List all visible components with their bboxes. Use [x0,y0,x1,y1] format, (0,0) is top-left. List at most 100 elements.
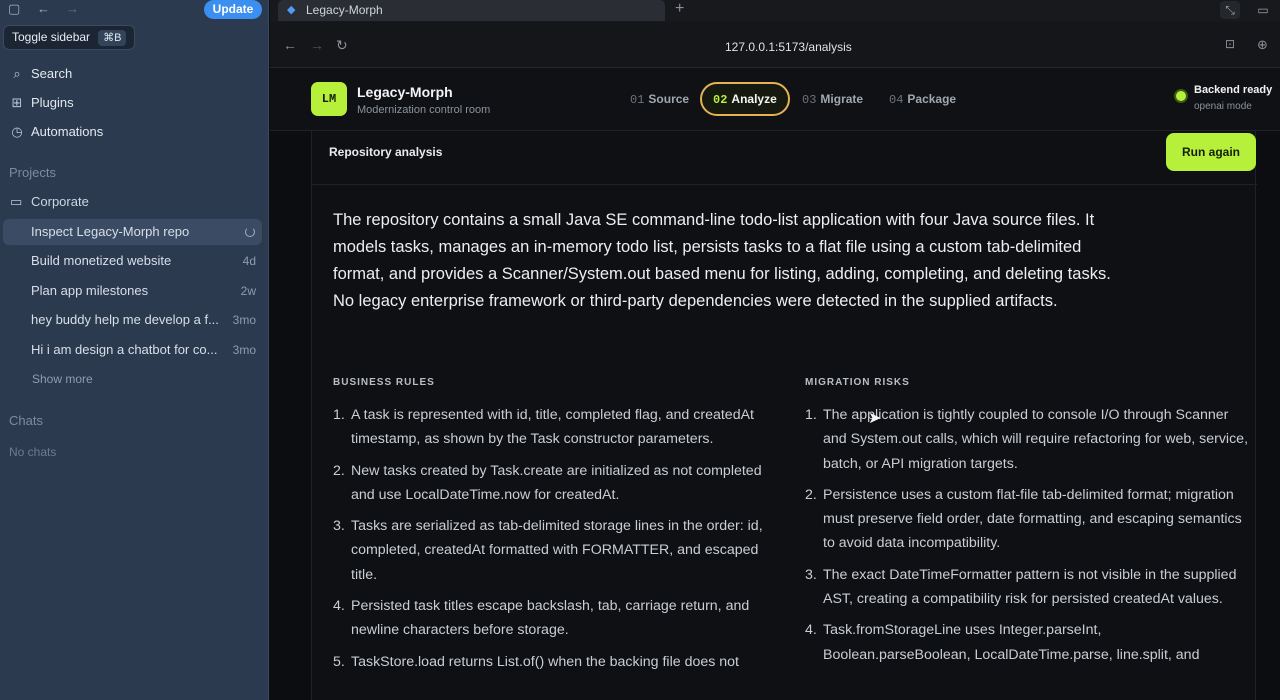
nav-automations[interactable]: ◷ Automations [10,121,103,143]
browser-tab[interactable]: ◆ Legacy-Morph [278,0,665,21]
rule-text: New tasks created by Task.create are ini… [351,462,762,503]
thread-age: 4d [242,254,256,268]
thread-title: Plan app milestones [31,283,149,298]
show-more-link[interactable]: Show more [32,372,93,386]
step-label: Source [648,92,690,106]
no-chats-text: No chats [9,445,57,459]
step-label: Analyze [731,92,777,106]
app-title: Legacy-Morph [357,84,453,100]
rule-text: TaskStore.load returns List.of() when th… [351,653,740,670]
risk-text: The exact DateTimeFormatter pattern is n… [823,566,1237,608]
thread-item[interactable]: Inspect Legacy-Morph repo [3,219,262,245]
thread-age: 3mo [232,343,256,357]
step-label: Package [907,92,957,106]
analysis-title: Repository analysis [329,145,443,159]
loading-spinner-icon [245,227,255,237]
thread-title: hey buddy help me develop a f... [31,312,219,327]
list-item: 2. Persistence uses a custom flat-file ta… [805,486,1242,552]
thread-item[interactable]: Build monetized website 4d [3,248,262,274]
search-icon: ⌕ [13,66,21,81]
address-bar: ← → ↻ 127.0.0.1:5173/analysis ⊡ ⊕ [270,22,1280,68]
step-source[interactable]: 01 Source [630,82,689,116]
step-number: 04 [889,93,904,107]
update-button[interactable]: Update [204,0,262,19]
step-number: 02 [713,93,728,107]
extensions-icon[interactable]: ⊕ [1257,37,1268,53]
tab-favicon-icon: ◆ [287,4,296,16]
app-logo: LM [311,82,347,116]
rule-text: A task is represented with id, title, co… [351,407,754,448]
step-number: 03 [802,93,817,107]
browser-back-icon[interactable]: ← [283,37,297,53]
tooltip-shortcut: ⌘B [98,30,127,46]
browser-forward-icon[interactable]: → [310,37,324,53]
thread-item[interactable]: Hi i am design a chatbot for co... 3mo [3,337,262,363]
projects-label: Projects [9,165,56,180]
list-item: 5. TaskStore.load returns List.of() when … [333,653,740,670]
panel-icon[interactable]: ▭ [1253,1,1273,19]
step-migrate[interactable]: 03 Migrate [802,82,863,116]
tab-title: Legacy-Morph [306,3,383,17]
nav-plugins-label: Plugins [31,95,74,110]
back-arrow-icon[interactable]: ← [37,1,50,17]
thread-title: Hi i am design a chatbot for co... [31,342,218,357]
shrink-window-icon[interactable]: ⤡ [1220,1,1240,19]
sidebar-top: ▢ ← → Update [0,0,269,20]
reload-icon[interactable]: ↻ [336,37,348,54]
thread-age: 2w [240,284,256,298]
thread-item[interactable]: Plan app milestones 2w [3,278,262,304]
thread-item[interactable]: hey buddy help me develop a f... 3mo [3,307,262,333]
business-rules-list: 1. A task is represented with id, title, … [333,403,778,681]
rule-text: Persisted task titles escape backslash, … [351,598,750,639]
app-subtitle: Modernization control room [357,104,491,116]
thread-age: 3mo [232,313,256,327]
business-rules-heading: BUSINESS RULES [333,377,435,388]
sidebar: ▢ ← → Update Toggle sidebar ⌘B ⌕ Search ⊞ P… [0,0,269,700]
migration-risks-heading: MIGRATION RISKS [805,377,910,388]
browser-tab-bar: ◆ Legacy-Morph + ⤡ ▭ [270,0,1280,22]
run-again-button[interactable]: Run again [1166,133,1256,171]
migration-risks-list: 1. The application is tightly coupled to … [805,403,1250,674]
thread-title: Build monetized website [31,253,172,268]
list-item: 4. Task.fromStorageLine uses Integer.pars… [805,622,1200,663]
risk-text: Task.fromStorageLine uses Integer.parseI… [823,622,1200,663]
folder-icon: ▭ [10,194,23,209]
list-item: 2. New tasks created by Task.create are i… [333,462,762,503]
project-folder-corporate[interactable]: ▭ Corporate [10,193,89,211]
step-analyze[interactable]: 02 Analyze [700,82,790,116]
list-item: 3. Tasks are serialized as tab-delimited … [333,518,763,583]
rule-text: Tasks are serialized as tab-delimited st… [351,518,763,583]
list-item: 1. A task is represented with id, title, … [333,407,754,448]
analysis-summary: The repository contains a small Java SE … [333,211,1111,310]
chats-label: Chats [9,413,43,428]
thread-title: Inspect Legacy-Morph repo [31,224,190,239]
nav-search[interactable]: ⌕ Search [10,63,72,85]
toggle-sidebar-tooltip: Toggle sidebar ⌘B [3,25,136,50]
forward-arrow-icon[interactable]: → [66,1,79,17]
mouse-cursor-icon: ➤ [868,410,882,427]
tooltip-label: Toggle sidebar [12,30,91,44]
main-content: Repository analysis Run again The reposi… [270,131,1280,700]
nav-plugins[interactable]: ⊞ Plugins [10,92,74,114]
screenshot-icon[interactable]: ⊡ [1225,37,1235,51]
risk-text: Persistence uses a custom flat-file tab-… [823,486,1242,552]
app-header: LM Legacy-Morph Modernization control ro… [270,68,1280,131]
status-dot-icon [1176,91,1186,101]
analysis-card-header: Repository analysis Run again [312,131,1257,185]
status-title: Backend ready [1194,84,1273,96]
clock-icon: ◷ [11,124,23,139]
analysis-card: Repository analysis Run again The reposi… [311,131,1257,700]
folder-label: Corporate [31,194,89,209]
sidebar-toggle-icon[interactable]: ▢ [8,1,20,17]
url-field[interactable]: 127.0.0.1:5173/analysis [725,40,852,54]
risk-text: The application is tightly coupled to co… [823,407,1249,472]
plugins-icon: ⊞ [11,95,23,110]
status-subtitle: openai mode [1194,101,1252,112]
nav-search-label: Search [31,66,73,81]
list-item: 4. Persisted task titles escape backslash… [333,598,750,639]
list-item: 3. The exact DateTimeFormatter pattern is… [805,566,1237,608]
step-package[interactable]: 04 Package [889,82,956,116]
step-label: Migrate [820,92,864,106]
nav-automations-label: Automations [31,124,104,139]
new-tab-icon[interactable]: + [675,0,684,18]
